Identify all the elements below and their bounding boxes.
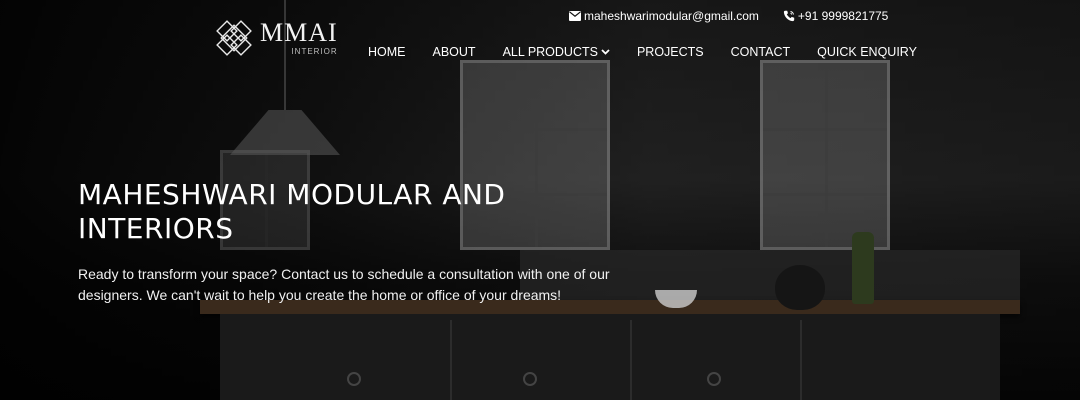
kitchen-window-right <box>760 60 890 250</box>
brand-name: MMAI <box>260 18 338 47</box>
brand-logo[interactable]: MMAI INTERIOR <box>212 16 338 60</box>
nav-label: PROJECTS <box>636 45 704 59</box>
nav-label: HOME <box>368 45 406 59</box>
cabinet-knob <box>523 372 537 386</box>
cabinet-divider <box>450 320 452 400</box>
chevron-down-icon <box>601 49 610 55</box>
kettle <box>775 265 825 310</box>
cabinet-divider <box>800 320 802 400</box>
email-link[interactable]: maheshwarimodular@gmail.com <box>569 9 759 23</box>
logo-knot-icon <box>216 20 252 56</box>
nav-item-contact[interactable]: CONTACT <box>731 45 791 59</box>
nav-item-home[interactable]: HOME <box>368 45 406 59</box>
cabinet-divider <box>630 320 632 400</box>
hero-description: Ready to transform your space? Contact u… <box>78 266 610 303</box>
kitchen-cabinets <box>220 314 1000 400</box>
contact-bar: maheshwarimodular@gmail.com +91 99998217… <box>569 9 888 23</box>
nav-label: ABOUT <box>432 45 476 59</box>
hero-content: MAHESHWARI MODULAR AND INTERIORS Ready t… <box>78 178 638 306</box>
site-header: MMAI INTERIOR maheshwarimodular@gmail.co… <box>0 0 1080 80</box>
phone-icon <box>783 10 795 22</box>
nav-item-projects[interactable]: PROJECTS <box>637 45 704 59</box>
main-nav: HOME ABOUT ALL PRODUCTS PROJECTS CONTACT… <box>368 45 917 59</box>
phone-link[interactable]: +91 9999821775 <box>783 9 888 23</box>
nav-label: CONTACT <box>730 45 791 59</box>
email-text: maheshwarimodular@gmail.com <box>584 9 759 23</box>
hero-title: MAHESHWARI MODULAR AND INTERIORS <box>78 178 506 245</box>
brand-tagline: INTERIOR <box>291 47 338 56</box>
cabinet-knob <box>347 372 361 386</box>
nav-label: ALL PRODUCTS <box>502 45 598 59</box>
nav-label: QUICK ENQUIRY <box>817 45 917 59</box>
nav-item-about[interactable]: ABOUT <box>433 45 476 59</box>
pendant-lamp <box>230 110 340 155</box>
oil-bottle <box>852 232 874 304</box>
envelope-icon <box>569 11 581 21</box>
nav-item-quick-enquiry[interactable]: QUICK ENQUIRY <box>817 45 917 59</box>
phone-text: +91 9999821775 <box>797 9 889 23</box>
cabinet-knob <box>707 372 721 386</box>
nav-item-all-products[interactable]: ALL PRODUCTS <box>503 45 610 59</box>
